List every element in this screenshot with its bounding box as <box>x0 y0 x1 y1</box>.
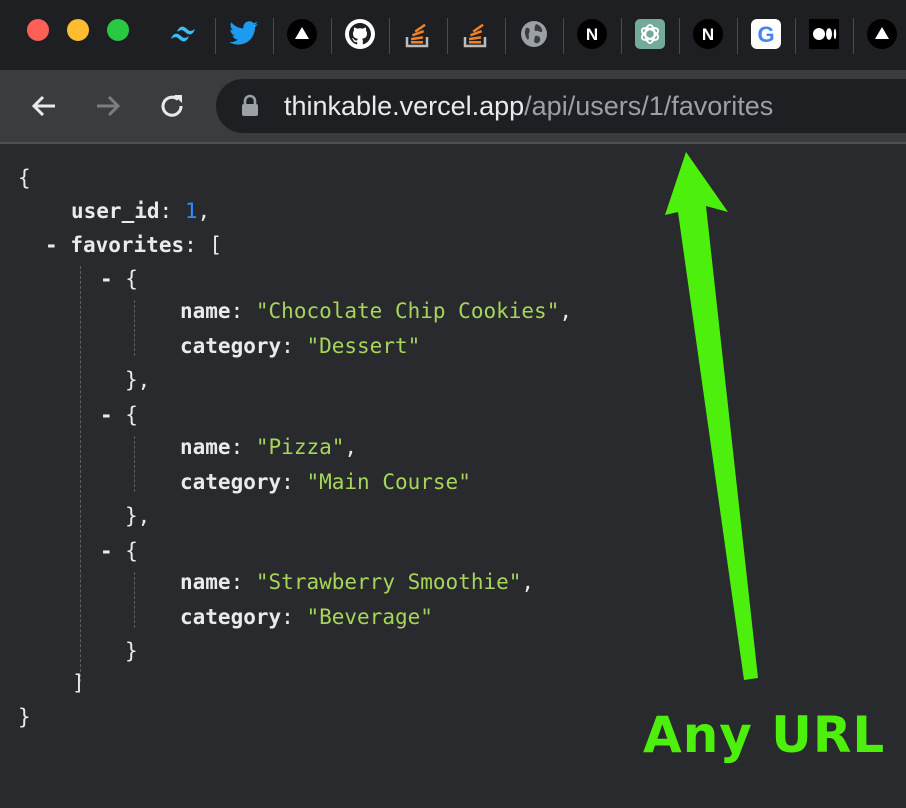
annotation-arrow <box>665 152 758 680</box>
annotation-label: Any URL <box>643 706 886 764</box>
